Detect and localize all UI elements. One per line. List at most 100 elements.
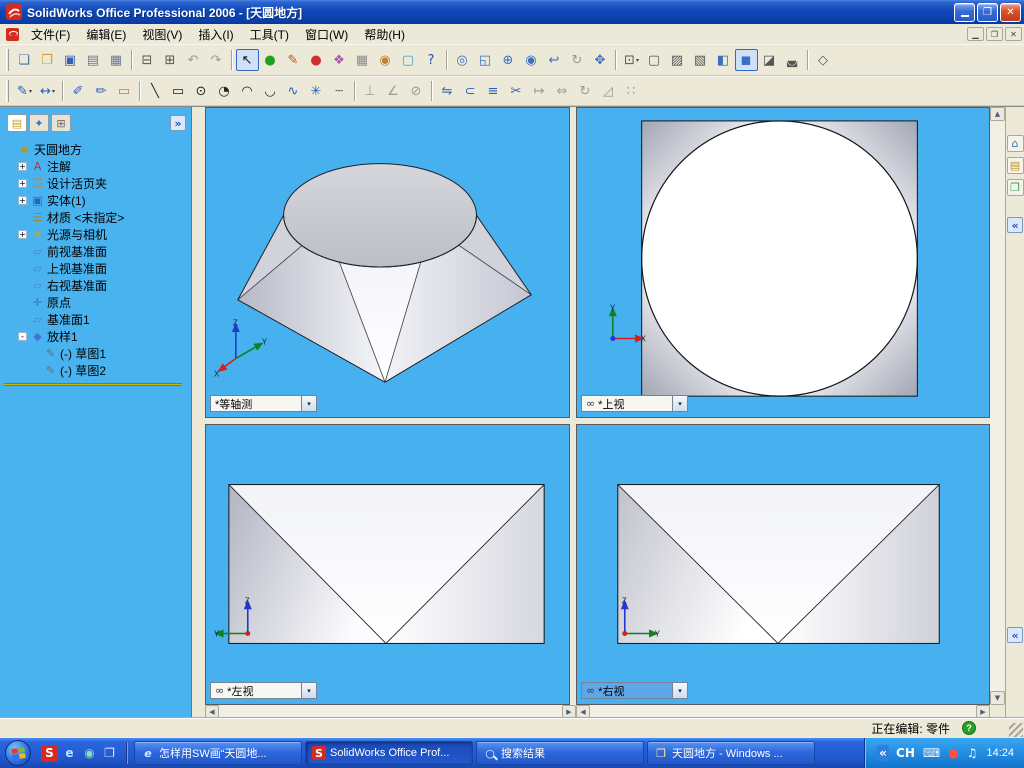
tree-item[interactable]: ▱ 前视基准面 [0,243,191,260]
tree-expander[interactable]: + [18,230,27,239]
help-button[interactable]: ? [962,721,976,735]
tree-item[interactable]: ☰ 材质 <未指定> [0,209,191,226]
tree-item[interactable]: ▱ 基准面1 [0,311,191,328]
rectangle-tool[interactable]: ▭ [167,80,190,102]
edit-sketch[interactable]: ✐ [67,80,90,102]
help[interactable]: ? [420,49,443,71]
task-browser[interactable]: e 怎样用SW画“天圆地... [134,741,302,765]
tree-item[interactable]: ✎ (-) 草图1 [0,345,191,362]
tree-item[interactable]: + A 注解 [0,158,191,175]
view-list-dropdown[interactable]: ▾ [302,395,317,412]
view-name-field[interactable]: ∞ *上视 [581,395,673,412]
photoworks-render[interactable]: ◉ [374,49,397,71]
vertical-scrollbar[interactable]: ▲ ▼ [990,107,1005,705]
viewport-top[interactable]: Y X ∞ *上视 ▾ [576,107,990,418]
tray-app-red-icon[interactable]: ● [947,745,959,761]
make-assembly[interactable]: ▦ [105,49,128,71]
hide-icons-chevron[interactable]: « [877,745,889,761]
redo[interactable]: ↷ [205,49,228,71]
tree-item[interactable]: + ▣ 实体(1) [0,192,191,209]
linear-sketch-pattern[interactable]: ∷ [620,80,643,102]
undo[interactable]: ↶ [182,49,205,71]
tree-expander[interactable]: + [18,162,27,171]
quicklaunch-media-player-icon[interactable]: ◉ [81,745,98,762]
start-button[interactable] [0,738,36,768]
close-button[interactable]: ✕ [1000,3,1021,22]
viewport-canvas[interactable]: Z Y [577,425,989,704]
viewport-isometric[interactable]: Z Y X *等轴测 ▾ [205,107,570,418]
view-name-field[interactable]: *等轴测 [210,395,302,412]
hidden-lines-visible[interactable]: ▨ [666,49,689,71]
three-point-arc-tool[interactable]: ◡ [259,80,282,102]
zoom-to-selection[interactable]: ◉ [520,49,543,71]
tree-item[interactable]: + ☀ 光源与相机 [0,226,191,243]
menu-view[interactable]: 视图(V) [134,24,190,45]
point-tool[interactable]: ✳ [305,80,328,102]
view-orientation[interactable]: ◇ [812,49,835,71]
tree-expander[interactable]: + [18,196,27,205]
print[interactable]: ⊟ [136,49,159,71]
language-indicator[interactable]: CH [895,745,916,761]
quicklaunch-show-desktop-icon[interactable]: ❐ [101,745,118,762]
task-solidworks[interactable]: S SolidWorks Office Prof... [305,741,473,765]
options[interactable]: ▦ [351,49,374,71]
record-macro[interactable]: ● [305,49,328,71]
line-tool[interactable]: ╲ [144,80,167,102]
convert-entities[interactable]: ⊂ [459,80,482,102]
resize-grip[interactable] [1009,723,1023,737]
mirror-entities[interactable]: ⇋ [436,80,459,102]
quicklaunch-internet-explorer-icon[interactable]: e [61,745,78,762]
shaded[interactable]: ◼ [735,49,758,71]
photoworks-scene[interactable]: ▢ [397,49,420,71]
toolbar-grip[interactable] [6,80,9,102]
display-relations[interactable]: ∠ [382,80,405,102]
menu-window[interactable]: 窗口(W) [297,24,356,45]
modify-sketch[interactable]: ✏ [90,80,113,102]
configurationmanager-tab[interactable]: ⊞ [51,114,71,132]
color-swatches[interactable]: ❖ [328,49,351,71]
view-name-field[interactable]: ∞ *右视 [581,682,673,699]
rotate-entities[interactable]: ↻ [574,80,597,102]
scale-entities[interactable]: ◿ [597,80,620,102]
tangent-arc-tool[interactable]: ◠ [236,80,259,102]
rebuild[interactable]: ● [259,49,282,71]
smart-dimension[interactable]: ↔ ▾ [36,80,59,102]
menu-tools[interactable]: 工具(T) [242,24,297,45]
panel-splitter[interactable] [193,107,205,718]
model-top-circle[interactable] [642,121,918,396]
open-folder[interactable]: ❐ [36,49,59,71]
spline-tool[interactable]: ∿ [282,80,305,102]
save[interactable]: ▣ [59,49,82,71]
tree-item[interactable]: ✛ 原点 [0,294,191,311]
shaded-with-edges[interactable]: ◧ [712,49,735,71]
zoom-to-area[interactable]: ◱ [474,49,497,71]
scroll-up-icon[interactable]: ▲ [990,107,1005,121]
view-list-dropdown[interactable]: ▾ [673,682,688,699]
new-document[interactable]: ❏ [13,49,36,71]
panel-expand-button[interactable]: » [170,115,186,131]
volume-icon[interactable]: ♫ [966,745,979,761]
centerline-tool[interactable]: ┄ [328,80,351,102]
tree-expander[interactable]: - [18,332,27,341]
task-explorer[interactable]: ❒ 天圆地方 - Windows ... [647,741,815,765]
viewport-canvas[interactable]: Z Y X [206,108,569,417]
menu-help[interactable]: 帮助(H) [356,24,413,45]
pan[interactable]: ✥ [589,49,612,71]
child-close-button[interactable]: ✕ [1005,27,1022,41]
section-view[interactable]: ◛ [781,49,804,71]
viewport-left[interactable]: Z Y ∞ *左视 ▾ [205,424,570,705]
collapse-pane-chevron[interactable]: « [1007,217,1023,233]
featuremanager-tab[interactable]: ▤ [7,114,27,132]
rotate-view[interactable]: ↻ [566,49,589,71]
viewport-canvas[interactable]: Y X [577,108,989,417]
print-preview[interactable]: ⊞ [159,49,182,71]
model-top-face[interactable] [284,164,477,267]
minimize-button[interactable] [954,3,975,22]
child-restore-button[interactable]: ❐ [986,27,1003,41]
toolbar-grip[interactable] [6,49,9,71]
edit-color[interactable]: ✎ [282,49,305,71]
centerpoint-arc-tool[interactable]: ◔ [213,80,236,102]
dimension[interactable]: ⊘ [405,80,428,102]
circle-tool[interactable]: ⊙ [190,80,213,102]
solidworks-resources-icon[interactable]: ⌂ [1007,135,1024,152]
